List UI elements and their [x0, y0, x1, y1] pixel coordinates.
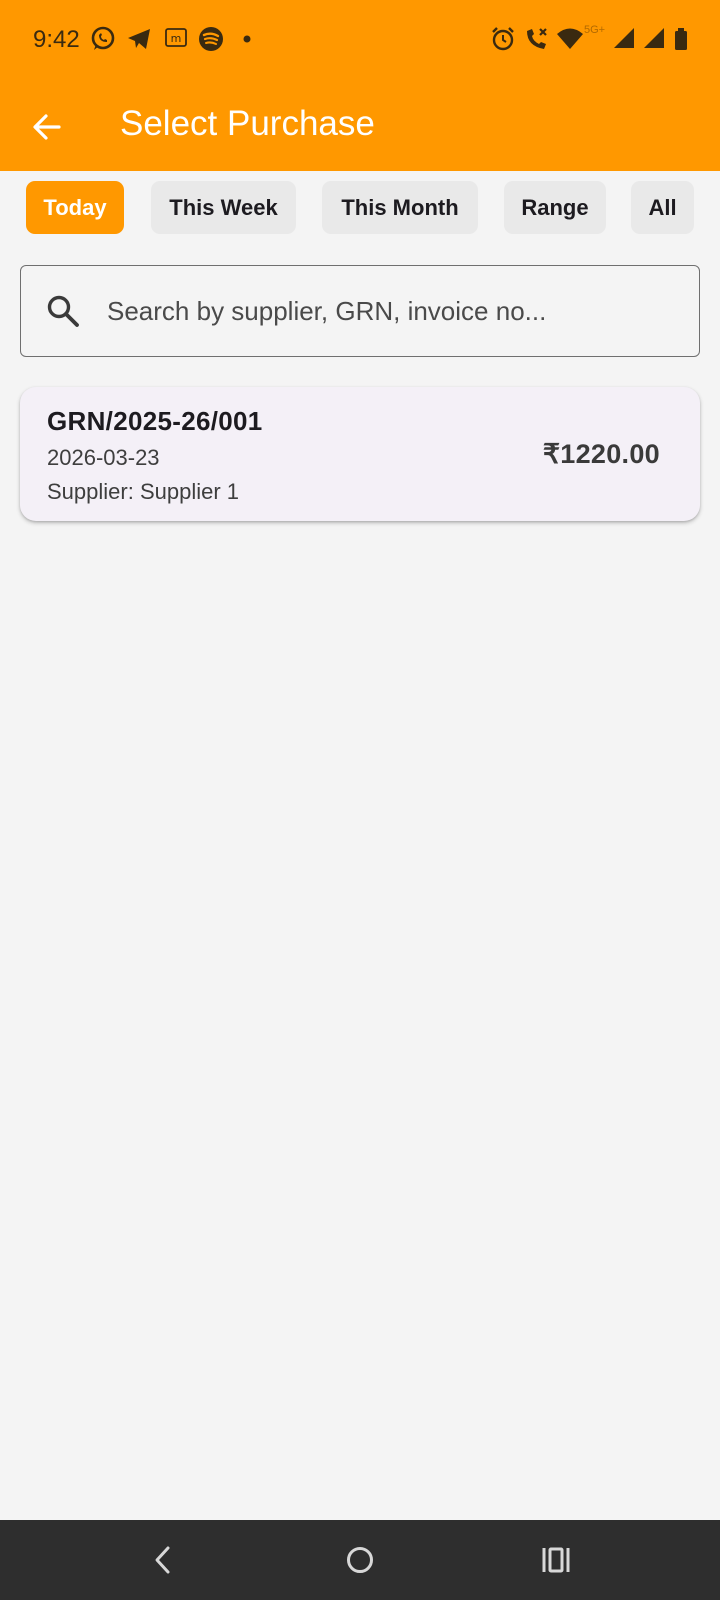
wifi-calling-icon [527, 28, 547, 49]
filter-chip-today[interactable]: Today [26, 181, 124, 234]
back-button[interactable] [22, 102, 72, 152]
purchase-supplier: Supplier: Supplier 1 [47, 479, 240, 504]
status-right-icons: 5G+ [490, 24, 690, 56]
system-nav-bar [0, 1520, 720, 1600]
filter-chip-all[interactable]: All [631, 181, 694, 234]
signal-icon-2 [644, 28, 664, 48]
back-nav-icon[interactable] [141, 1538, 185, 1582]
notification-dot-icon [243, 35, 251, 43]
svg-text:m: m [171, 32, 182, 45]
battery-icon [675, 28, 687, 50]
filter-chip-range[interactable]: Range [504, 181, 606, 234]
status-time: 9:42 [33, 26, 80, 53]
purchase-grn-number: GRN/2025-26/001 [47, 406, 263, 436]
app-bar: Select Purchase [0, 84, 720, 171]
date-filter-row: Today This Week This Month Range All [0, 181, 720, 235]
filter-chip-this-month[interactable]: This Month [322, 181, 478, 234]
spotify-icon [199, 27, 223, 51]
page-title: Select Purchase [120, 104, 375, 143]
purchase-amount: ₹1220.00 [542, 439, 660, 469]
telegram-icon [128, 29, 150, 49]
recents-nav-icon[interactable] [534, 1538, 578, 1582]
whatsapp-icon [91, 26, 115, 50]
network-label: 5G+ [584, 24, 606, 36]
m-app-icon: m [165, 28, 187, 47]
status-bar: 9:42 m 5G+ [0, 0, 720, 84]
alarm-icon [492, 27, 514, 51]
search-input[interactable] [107, 288, 677, 334]
filter-chip-this-week[interactable]: This Week [151, 181, 296, 234]
search-icon [47, 295, 79, 327]
wifi-icon [557, 28, 583, 49]
home-nav-icon[interactable] [338, 1538, 382, 1582]
signal-icon [614, 28, 634, 48]
purchase-date: 2026-03-23 [47, 445, 160, 470]
purchase-list-item[interactable]: GRN/2025-26/001 2026-03-23 Supplier: Sup… [20, 387, 700, 521]
search-box[interactable] [20, 265, 700, 357]
arrow-left-icon [33, 114, 61, 140]
